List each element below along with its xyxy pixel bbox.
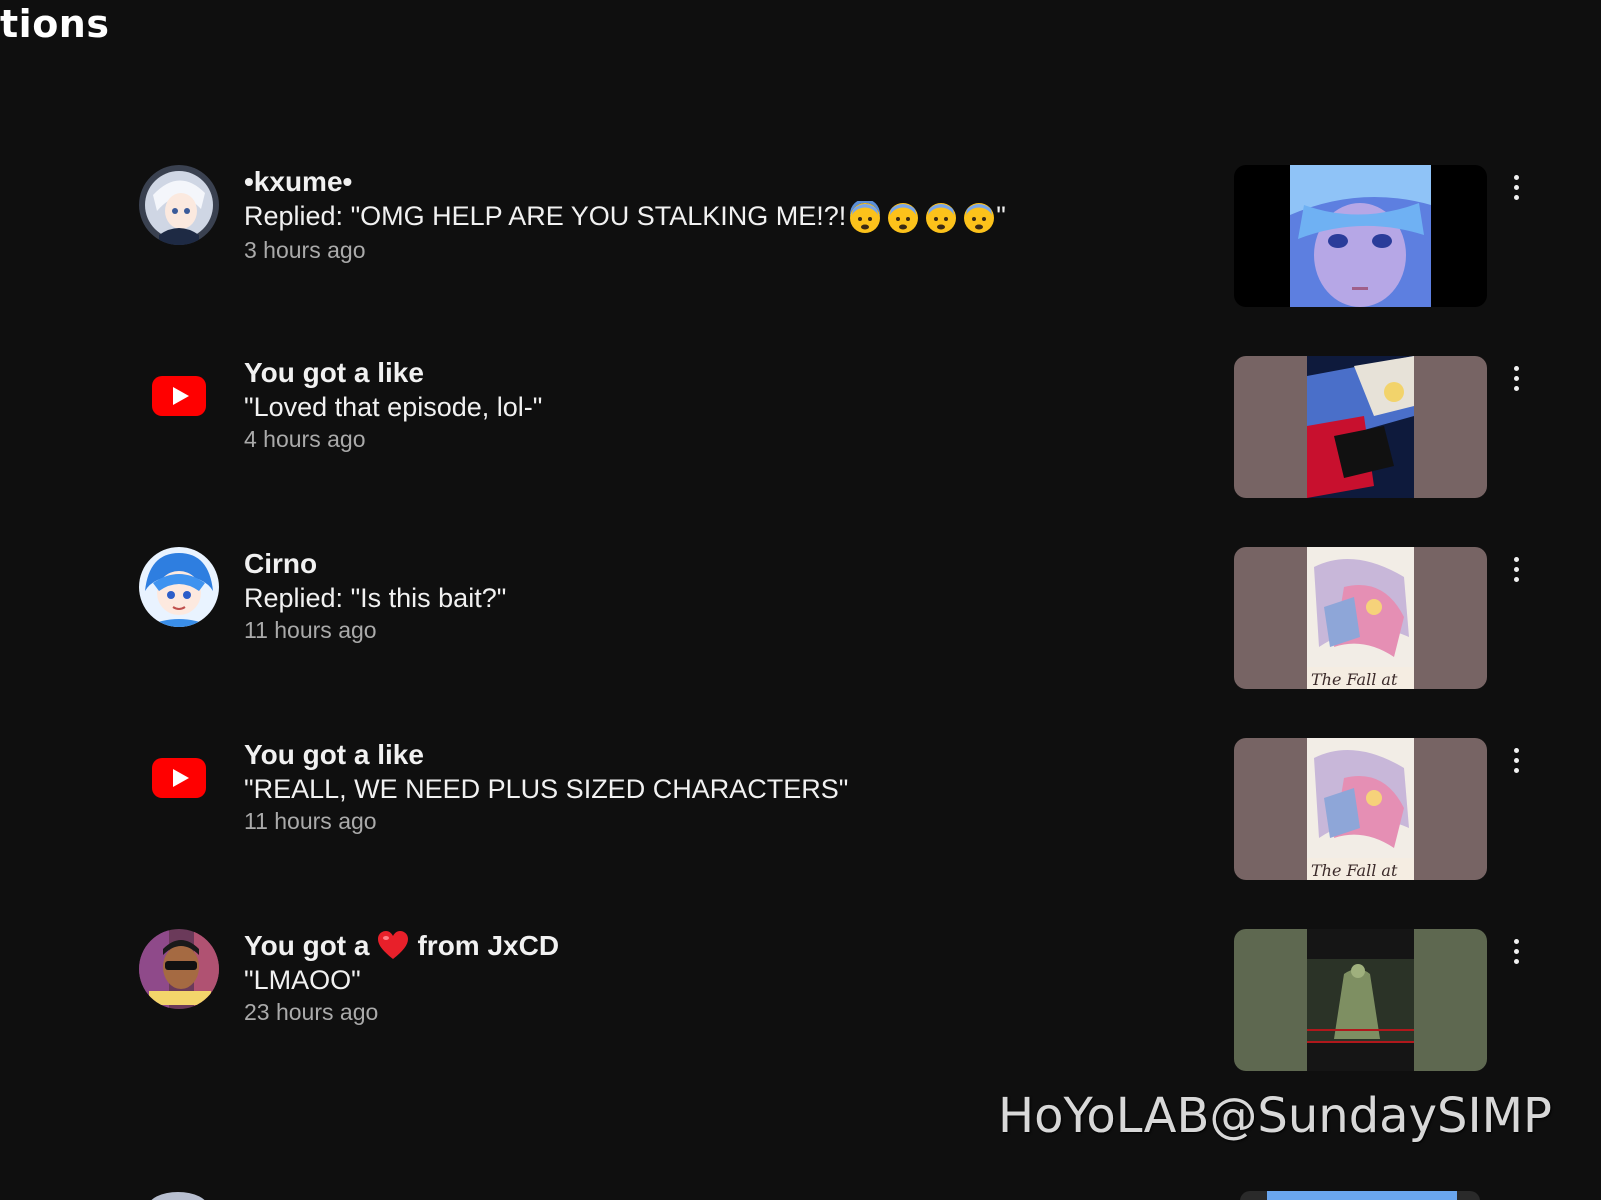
user-avatar[interactable]	[139, 165, 219, 245]
svg-text:The Fall at: The Fall at	[1311, 861, 1398, 880]
notification-time: 11 hours ago	[244, 808, 377, 834]
notification-body: Replied: "Is this bait?"	[244, 583, 507, 613]
more-options-button[interactable]	[1500, 167, 1532, 207]
page-title: tions	[0, 2, 110, 46]
more-options-button[interactable]	[1500, 549, 1532, 589]
youtube-icon	[152, 376, 206, 416]
video-thumbnail[interactable]: The Fall at	[1234, 738, 1487, 880]
watermark: HoYoLAB@SundaySIMP	[998, 1088, 1552, 1144]
notification-item[interactable]: •kxume• Replied: "OMG HELP ARE YOU STALK…	[0, 165, 1601, 310]
notification-time: 11 hours ago	[244, 617, 377, 643]
notification-title: You got a like	[244, 739, 424, 770]
red-heart-icon	[378, 931, 409, 959]
video-thumbnail[interactable]: The Fall at	[1234, 547, 1487, 689]
fearful-face-emoji-group	[848, 200, 996, 235]
notification-item[interactable]: Cirno Replied: "Is this bait?" 11 hours …	[0, 547, 1601, 692]
user-avatar[interactable]	[139, 547, 219, 627]
notification-item[interactable]: You got a like "REALL, WE NEED PLUS SIZE…	[0, 738, 1601, 883]
notification-time: 3 hours ago	[244, 236, 366, 263]
notification-title: Cirno	[244, 548, 318, 579]
user-avatar[interactable]	[139, 929, 219, 1009]
fearful-face-emoji	[850, 200, 881, 233]
notification-body: Replied: "OMG HELP ARE YOU STALKING ME!?…	[244, 201, 847, 231]
notification-body: "REALL, WE NEED PLUS SIZED CHARACTERS"	[244, 774, 849, 804]
video-thumbnail[interactable]	[1234, 356, 1487, 498]
notification-time: 23 hours ago	[244, 999, 379, 1025]
video-thumbnail[interactable]	[1234, 929, 1487, 1071]
notification-body: "Loved that episode, lol-"	[244, 392, 543, 422]
notification-time: 4 hours ago	[244, 426, 366, 452]
more-options-button[interactable]	[1500, 740, 1532, 780]
notification-body: "LMAOO"	[244, 965, 361, 995]
notification-title-suffix: from JxCD	[417, 930, 560, 961]
svg-text:The Fall at: The Fall at	[1311, 670, 1398, 689]
notification-item[interactable]: You got a like "Loved that episode, lol-…	[0, 356, 1601, 501]
notification-item[interactable]: You got a from JxCD "LMAOO" 23 hours ago	[0, 929, 1601, 1074]
notification-item-partial	[0, 1188, 1601, 1200]
notification-title: •kxume•	[244, 166, 353, 197]
more-options-button[interactable]	[1500, 358, 1532, 398]
notification-title: You got a like	[244, 357, 424, 388]
video-thumbnail[interactable]	[1234, 165, 1487, 307]
more-options-button[interactable]	[1500, 931, 1532, 971]
fearful-face-emoji	[926, 202, 957, 233]
fearful-face-emoji	[888, 202, 919, 233]
fearful-face-emoji	[964, 202, 995, 233]
notification-body-suffix: "	[996, 201, 1006, 231]
notification-title-prefix: You got a	[244, 930, 370, 961]
youtube-icon	[152, 758, 206, 798]
